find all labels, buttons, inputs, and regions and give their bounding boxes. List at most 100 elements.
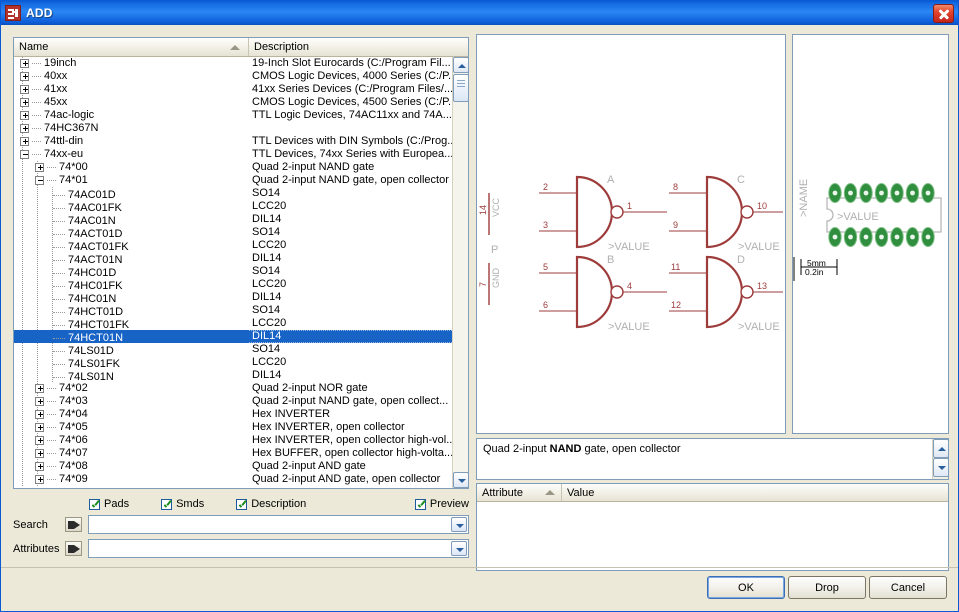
tree-row[interactable]: 74xx-eu TTL Devices, 74xx Series with Eur…	[14, 148, 468, 161]
tree-row[interactable]: 74HC01N DIL14	[14, 291, 468, 304]
tree-collapse-icon[interactable]	[35, 176, 44, 185]
tree-expand-icon[interactable]	[20, 111, 29, 120]
description-box[interactable]: Quad 2-input NAND gate, open collector	[476, 438, 949, 480]
tree-row-name-cell: 40xx	[14, 70, 249, 83]
attributes-table[interactable]: Attribute Value	[476, 483, 949, 571]
search-combo[interactable]	[88, 515, 469, 534]
tree-row-name-cell: 74*03	[14, 395, 249, 408]
tree-row[interactable]: 74*01 Quad 2-input NAND gate, open collec…	[14, 174, 468, 187]
tree-expand-icon[interactable]	[35, 449, 44, 458]
tree-row-name: 74*01	[59, 174, 88, 186]
tree-row-name: 74LS01D	[68, 345, 114, 356]
column-header-name[interactable]: Name	[14, 38, 249, 56]
checkbox-pads[interactable]: Pads	[89, 498, 129, 510]
tree-scrollbar[interactable]	[452, 57, 468, 488]
tree-row[interactable]: 74*09 Quad 2-input AND gate, open collect…	[14, 473, 468, 486]
tree-rows[interactable]: 19inch 19-Inch Slot Eurocards (C:/Program…	[14, 57, 468, 488]
attributes-rows[interactable]	[477, 502, 948, 570]
ok-button[interactable]: OK	[707, 576, 785, 599]
checkbox-smds[interactable]: Smds	[161, 498, 204, 510]
column-header-attribute[interactable]: Attribute	[477, 484, 562, 501]
tree-row[interactable]: 74AC01N DIL14	[14, 213, 468, 226]
tree-expand-icon[interactable]	[35, 163, 44, 172]
tree-row[interactable]: 74ACT01N DIL14	[14, 252, 468, 265]
checkbox-preview-box[interactable]	[414, 498, 426, 510]
tree-row[interactable]: 74LS01FK LCC20	[14, 356, 468, 369]
tree-row[interactable]: 74*05 Hex INVERTER, open collector	[14, 421, 468, 434]
tree-row[interactable]: 74HCT01D SO14	[14, 304, 468, 317]
tree-expand-icon[interactable]	[20, 137, 29, 146]
attributes-label: Attributes	[13, 542, 60, 555]
tree-expand-icon[interactable]	[20, 124, 29, 133]
search-run-icon[interactable]	[65, 517, 82, 532]
tree-row[interactable]: 74LS01D SO14	[14, 343, 468, 356]
tree-row-name: 41xx	[44, 83, 68, 95]
checkbox-pads-box[interactable]	[89, 498, 100, 510]
column-header-value[interactable]: Value	[562, 484, 948, 501]
search-input[interactable]	[89, 516, 468, 533]
tree-row[interactable]: 74*08 Quad 2-input AND gate	[14, 460, 468, 473]
cancel-button[interactable]: Cancel	[869, 576, 947, 599]
tree-expand-icon[interactable]	[35, 462, 44, 471]
attributes-combo[interactable]	[88, 539, 469, 558]
tree-row[interactable]: 74*02 Quad 2-input NOR gate	[14, 382, 468, 395]
checkbox-smds-box[interactable]	[161, 498, 173, 510]
scroll-down-button[interactable]	[453, 472, 468, 488]
description-scroll-up-button[interactable]	[933, 439, 948, 458]
tree-row[interactable]: 74*03 Quad 2-input NAND gate, open collec…	[14, 395, 468, 408]
tree-row-selected[interactable]: 74HCT01N DIL14	[14, 330, 468, 343]
tree-connector	[32, 89, 41, 90]
tree-expand-icon[interactable]	[35, 423, 44, 432]
tree-expand-icon[interactable]	[20, 98, 29, 107]
drop-button[interactable]: Drop	[788, 576, 866, 599]
checkbox-description-box[interactable]	[236, 498, 248, 510]
checkbox-description[interactable]: Description	[236, 498, 306, 510]
attributes-input[interactable]	[89, 540, 468, 557]
scroll-thumb[interactable]	[453, 74, 468, 102]
package-preview[interactable]: >NAME >VALUE 5mm 0.2in	[792, 34, 949, 434]
tree-expand-icon[interactable]	[35, 436, 44, 445]
tree-row[interactable]: 74HC367N	[14, 122, 468, 135]
checkbox-preview[interactable]: Preview	[414, 498, 469, 510]
tree-row[interactable]: 74AC01FK LCC20	[14, 200, 468, 213]
close-icon[interactable]	[933, 3, 954, 23]
tree-row[interactable]: 74ttl-din TTL Devices with DIN Symbols (C…	[14, 135, 468, 148]
tree-row[interactable]: 74*00 Quad 2-input NAND gate	[14, 161, 468, 174]
tree-collapse-icon[interactable]	[20, 150, 29, 159]
tree-expand-icon[interactable]	[35, 384, 44, 393]
tree-row[interactable]: 74AC01D SO14	[14, 187, 468, 200]
tree-row[interactable]: 74HC01D SO14	[14, 265, 468, 278]
tree-expand-icon[interactable]	[35, 475, 44, 484]
tree-row[interactable]: 74ac-logic TTL Logic Devices, 74AC11xx an…	[14, 109, 468, 122]
tree-row[interactable]: 74*06 Hex INVERTER, open collector high-v…	[14, 434, 468, 447]
symbol-preview[interactable]: 14 VCC P 7 GND 2 3 1 A >VALUE 8 9 10 C >…	[476, 34, 786, 434]
tree-row[interactable]: 19inch 19-Inch Slot Eurocards (C:/Program…	[14, 57, 468, 70]
tree-row-description: DIL14	[249, 330, 468, 343]
tree-row[interactable]: 40xx CMOS Logic Devices, 4000 Series (C:/…	[14, 70, 468, 83]
description-scroll-down-button[interactable]	[933, 458, 948, 477]
tree-row[interactable]: 74ACT01D SO14	[14, 226, 468, 239]
tree-row[interactable]: 74*07 Hex BUFFER, open collector high-vol…	[14, 447, 468, 460]
tree-row[interactable]: 74*04 Hex INVERTER	[14, 408, 468, 421]
tree-row[interactable]: 74LS01N DIL14	[14, 369, 468, 382]
tree-row-description: DIL14	[252, 291, 282, 303]
attributes-run-icon[interactable]	[65, 541, 82, 556]
tree-row[interactable]: 41xx 41xx Series Devices (C:/Program File…	[14, 83, 468, 96]
tree-row[interactable]: 74HC01FK LCC20	[14, 278, 468, 291]
tree-row-description: Quad 2-input AND gate	[252, 460, 366, 472]
column-header-description[interactable]: Description	[249, 38, 468, 56]
tree-expand-icon[interactable]	[35, 410, 44, 419]
tree-expand-icon[interactable]	[20, 72, 29, 81]
tree-row[interactable]: 45xx CMOS Logic Devices, 4500 Series (C:/…	[14, 96, 468, 109]
scroll-up-button[interactable]	[453, 57, 468, 73]
tree-expand-icon[interactable]	[35, 397, 44, 406]
tree-connector	[32, 154, 41, 155]
tree-row[interactable]: 74ACT01FK LCC20	[14, 239, 468, 252]
tree-row[interactable]: 74HCT01FK LCC20	[14, 317, 468, 330]
attributes-dropdown-icon[interactable]	[451, 541, 467, 556]
search-dropdown-icon[interactable]	[451, 517, 467, 532]
tree-expand-icon[interactable]	[20, 85, 29, 94]
tree-expand-icon[interactable]	[20, 59, 29, 68]
tree-row-description: Quad 2-input AND gate, open collector	[252, 473, 441, 485]
description-scrollbar[interactable]	[932, 439, 948, 479]
